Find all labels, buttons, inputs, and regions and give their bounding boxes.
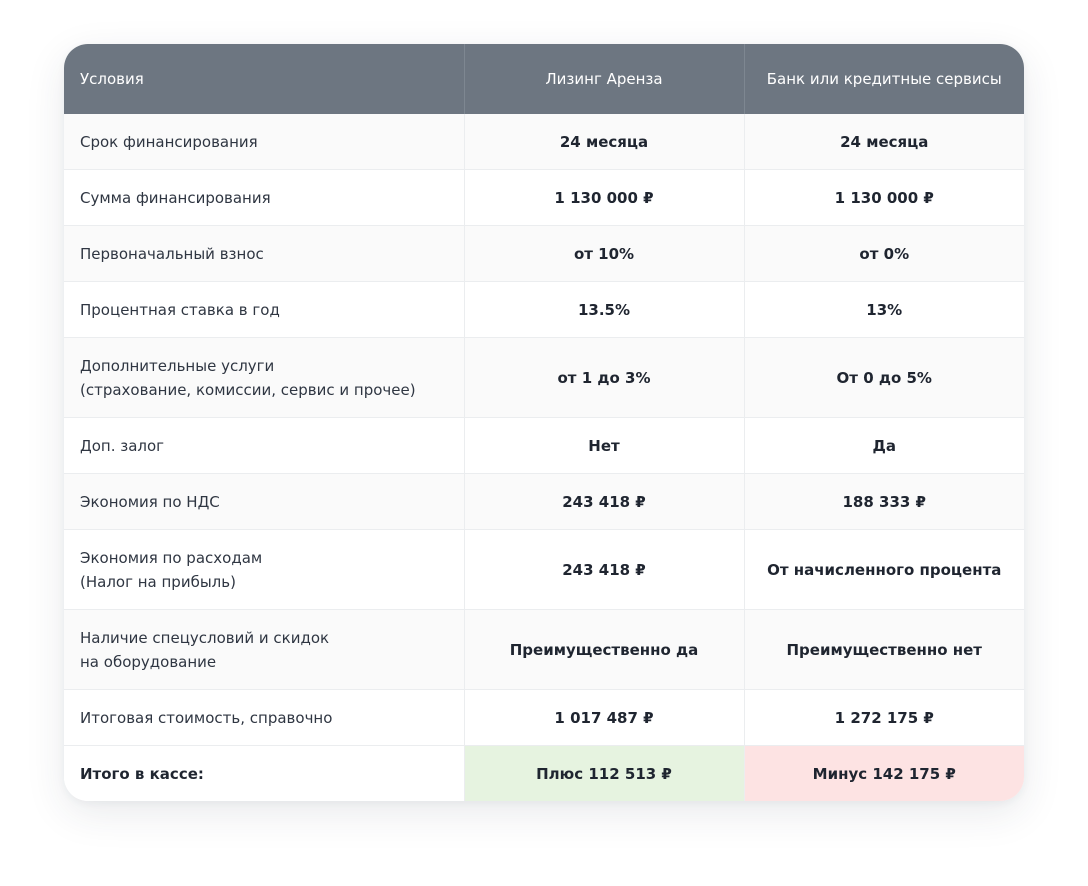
table-row: Процентная ставка в год 13.5% 13%: [64, 281, 1024, 338]
leasing-value: Нет: [463, 417, 744, 474]
table-row: Экономия по расходам (Налог на прибыль) 24…: [64, 529, 1024, 610]
table-row: Наличие спецусловий и скидок на оборудова…: [64, 609, 1024, 690]
row-label: Экономия по НДС: [64, 473, 464, 530]
table-row: Доп. залог Нет Да: [64, 417, 1024, 474]
leasing-value: 1 017 487 ₽: [463, 689, 744, 746]
leasing-value: от 10%: [463, 225, 744, 282]
row-label: Первоначальный взнос: [64, 225, 464, 282]
row-label: Процентная ставка в год: [64, 281, 464, 338]
bank-value: 1 272 175 ₽: [743, 689, 1024, 746]
leasing-value: 1 130 000 ₽: [463, 169, 744, 226]
table-row: Срок финансирования 24 месяца 24 месяца: [64, 114, 1024, 170]
table-row: Итоговая стоимость, справочно 1 017 487 ₽…: [64, 689, 1024, 746]
row-label: Наличие спецусловий и скидок на оборудова…: [64, 609, 464, 690]
header-conditions: Условия: [64, 44, 464, 114]
row-label-line: Сумма финансирования: [80, 188, 271, 207]
row-label-line: (Налог на прибыль): [80, 572, 236, 591]
leasing-value: Преимущественно да: [463, 609, 744, 690]
comparison-table: Условия Лизинг Аренза Банк или кредитные…: [64, 44, 1024, 801]
row-label-line: Экономия по НДС: [80, 492, 220, 511]
bank-value: 13%: [743, 281, 1024, 338]
row-label-line: на оборудование: [80, 652, 217, 671]
row-label: Доп. залог: [64, 417, 464, 474]
row-label: Итоговая стоимость, справочно: [64, 689, 464, 746]
total-bank: Минус 142 175 ₽: [743, 745, 1024, 801]
table-row: Сумма финансирования 1 130 000 ₽1 130 000…: [64, 169, 1024, 226]
row-label-line: Дополнительные услуги: [80, 356, 275, 375]
bank-value: 24 месяца: [743, 114, 1024, 170]
row-label-line: (страхование, комиссии, сервис и прочее): [80, 380, 416, 399]
row-label: Экономия по расходам (Налог на прибыль): [64, 529, 464, 610]
row-label-line: Первоначальный взнос: [80, 244, 264, 263]
header-bank: Банк или кредитные сервисы: [743, 44, 1024, 114]
total-label: Итого в кассе:: [64, 745, 464, 801]
bank-value: Да: [743, 417, 1024, 474]
header-row: Условия Лизинг Аренза Банк или кредитные…: [64, 44, 1024, 114]
bank-value: Преимущественно нет: [743, 609, 1024, 690]
header-leasing: Лизинг Аренза: [463, 44, 744, 114]
bank-value: От начисленного процента: [743, 529, 1024, 610]
table-row: Дополнительные услуги (страхование, комис…: [64, 337, 1024, 418]
leasing-value: 243 418 ₽: [463, 473, 744, 530]
row-label-line: Экономия по расходам: [80, 548, 263, 567]
total-row: Итого в кассе: Плюс 112 513 ₽ Минус 142 …: [64, 745, 1024, 801]
bank-value: 1 130 000 ₽: [743, 169, 1024, 226]
comparison-card: Условия Лизинг Аренза Банк или кредитные…: [64, 44, 1024, 801]
table-body: Срок финансирования 24 месяца 24 месяца Сум…: [64, 114, 1024, 801]
row-label-line: Итоговая стоимость, справочно: [80, 708, 333, 727]
table-row: Первоначальный взнос от 10% от 0%: [64, 225, 1024, 282]
row-label: Сумма финансирования: [64, 169, 464, 226]
row-label: Срок финансирования: [64, 114, 464, 170]
leasing-value: 24 месяца: [463, 114, 744, 170]
row-label-line: Срок финансирования: [80, 132, 258, 151]
row-label: Дополнительные услуги (страхование, комис…: [64, 337, 464, 418]
row-label-line: Процентная ставка в год: [80, 300, 280, 319]
leasing-value: 13.5%: [463, 281, 744, 338]
table-row: Экономия по НДС 243 418 ₽188 333 ₽: [64, 473, 1024, 530]
bank-value: 188 333 ₽: [743, 473, 1024, 530]
row-label-line: Доп. залог: [80, 436, 165, 455]
table-header: Условия Лизинг Аренза Банк или кредитные…: [64, 44, 1024, 114]
bank-value: от 0%: [743, 225, 1024, 282]
leasing-value: 243 418 ₽: [463, 529, 744, 610]
total-leasing: Плюс 112 513 ₽: [463, 745, 744, 801]
leasing-value: от 1 до 3%: [463, 337, 744, 418]
row-label-line: Наличие спецусловий и скидок: [80, 628, 330, 647]
bank-value: От 0 до 5%: [743, 337, 1024, 418]
